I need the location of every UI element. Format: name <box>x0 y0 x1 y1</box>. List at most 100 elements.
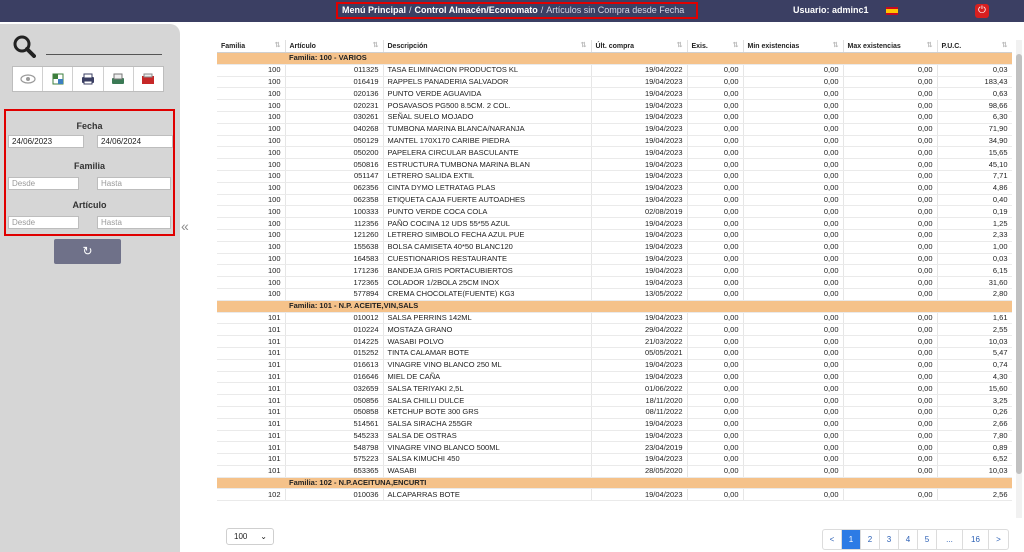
table-row[interactable]: 101 050858 KETCHUP BOTE 300 GRS 08/11/2022 0… <box>217 406 1012 419</box>
table-row[interactable]: 100 100333 PUNTO VERDE COCA COLA 02/08/2019… <box>217 205 1012 219</box>
table-cell: 121260 <box>285 229 384 242</box>
table-row[interactable]: 101 514561 SALSA SIRACHA 255GR 19/04/2023 0,… <box>217 418 1012 431</box>
column-header[interactable]: Min existencias ⇅ <box>743 40 844 53</box>
page-4-button[interactable]: 4 <box>899 530 918 549</box>
table-row[interactable]: 101 545233 SALSA DE OSTRAS 19/04/2023 0,00 0,… <box>217 430 1012 443</box>
table-cell: 10,03 <box>937 335 1012 348</box>
table-cell: 100 <box>217 288 286 301</box>
table-row[interactable]: 101 050856 SALSA CHILLI DULCE 18/11/2020 0,0… <box>217 394 1012 407</box>
sort-icon[interactable]: ⇅ <box>275 41 281 49</box>
prev-page-button[interactable]: < <box>823 530 842 549</box>
table-row[interactable]: 100 121260 LETRERO SIMBOLO FECHA AZUL PUE 1… <box>217 229 1012 242</box>
table-cell: 100 <box>217 194 286 207</box>
table-row[interactable]: 100 020136 PUNTO VERDE AGUAVIDA 19/04/2023 0… <box>217 87 1012 101</box>
date-to-input[interactable]: 24/06/2024 <box>97 135 173 148</box>
column-header[interactable]: Familia ⇅ <box>217 40 286 53</box>
table-cell: 0,00 <box>843 465 938 478</box>
column-header[interactable]: Descripción ⇅ <box>383 40 592 53</box>
column-header[interactable]: Exis. ⇅ <box>687 40 744 53</box>
table-cell <box>217 52 285 65</box>
table-cell: 6,15 <box>937 264 1012 278</box>
table-cell: 0,00 <box>843 205 938 219</box>
view-button[interactable] <box>13 67 44 91</box>
chevron-down-icon: ⌄ <box>260 532 267 541</box>
sort-icon[interactable]: ⇅ <box>833 41 839 49</box>
table-row[interactable]: 100 050129 MANTEL 170X170 CARIBE PIEDRA 19/… <box>217 135 1012 148</box>
table-row[interactable]: 102 010036 ALCAPARRAS BOTE 19/04/2023 0,00 0,… <box>217 488 1012 502</box>
results-table: Familia ⇅ Artículo ⇅ Descripción ⇅ Últ. compra… <box>217 40 1012 518</box>
table-cell: 19/04/2023 <box>591 158 688 171</box>
table-row[interactable]: 101 015252 TINTA CALAMAR BOTE 05/05/2021 0,0… <box>217 347 1012 360</box>
page-2-button[interactable]: 2 <box>861 530 880 549</box>
family-from-input[interactable]: Desde <box>8 177 79 190</box>
table-row[interactable]: 100 030261 SEÑAL SUELO MOJADO 19/04/2023 0,0… <box>217 111 1012 124</box>
table-cell: 0,00 <box>687 135 744 148</box>
article-to-input[interactable]: Hasta <box>97 216 171 229</box>
collapse-sidebar-icon[interactable]: « <box>181 218 189 234</box>
column-header[interactable]: Artículo ⇅ <box>285 40 384 53</box>
table-cell: 101 <box>217 335 286 348</box>
table-row[interactable]: 100 050200 PAPELERA CIRCULAR BASCULANTE 19/… <box>217 146 1012 160</box>
scrollbar-thumb[interactable] <box>1016 54 1022 474</box>
page-1-button[interactable]: 1 <box>842 530 861 549</box>
table-row[interactable]: 100 020231 POSAVASOS PG500 8.5CM. 2 COL. 19… <box>217 99 1012 112</box>
page-size-select[interactable]: 100 ⌄ <box>226 528 274 545</box>
table-cell: 19/04/2023 <box>591 135 688 148</box>
export-button[interactable] <box>104 67 134 91</box>
sort-icon[interactable]: ⇅ <box>733 41 739 49</box>
table-cell: 0,00 <box>743 430 844 443</box>
search-input[interactable] <box>46 54 162 55</box>
table-row[interactable]: 101 014225 WASABI POLVO 21/03/2022 0,00 0,00 0… <box>217 335 1012 348</box>
sort-icon[interactable]: ⇅ <box>927 41 933 49</box>
table-cell: KETCHUP BOTE 300 GRS <box>383 406 592 419</box>
sort-icon[interactable]: ⇅ <box>581 41 587 49</box>
table-row[interactable]: 100 051147 LETRERO SALIDA EXTIL 19/04/2023 0… <box>217 170 1012 183</box>
table-row[interactable]: 100 040268 TUMBONA MARINA BLANCA/NARANJA 19… <box>217 123 1012 136</box>
table-cell: 0,00 <box>687 453 744 466</box>
table-row[interactable]: 100 112356 PAÑO COCINA 12 UDS 55*55 AZUL 19… <box>217 217 1012 230</box>
page-16-button[interactable]: 16 <box>963 530 989 549</box>
vertical-scrollbar[interactable] <box>1016 40 1022 518</box>
table-row[interactable]: 101 548798 VINAGRE VINO BLANCO 500ML 23/04/… <box>217 441 1012 455</box>
family-to-input[interactable]: Hasta <box>97 177 171 190</box>
table-row[interactable]: 101 016646 MIEL DE CAÑA 19/04/2023 0,00 0,00 0… <box>217 371 1012 384</box>
date-from-input[interactable]: 24/06/2023 <box>8 135 84 148</box>
sort-icon[interactable]: ⇅ <box>1002 41 1008 49</box>
table-row[interactable]: 101 010224 MOSTAZA GRANO 29/04/2022 0,00 0,00… <box>217 323 1012 337</box>
table-cell: TASA ELIMINACION PRODUCTOS KL <box>383 64 592 77</box>
search-icon[interactable] <box>12 34 36 58</box>
sort-icon[interactable]: ⇅ <box>677 41 683 49</box>
page-5-button[interactable]: 5 <box>918 530 937 549</box>
table-row[interactable]: 100 172365 COLADOR 1/2BOLA 25CM INOX 19/04/… <box>217 276 1012 289</box>
table-row[interactable]: 100 011325 TASA ELIMINACION PRODUCTOS KL 19… <box>217 64 1012 77</box>
table-row[interactable]: 100 050816 ESTRUCTURA TUMBONA MARINA BLAN 1… <box>217 158 1012 171</box>
column-header[interactable]: Últ. compra ⇅ <box>591 40 688 53</box>
table-row[interactable]: 101 016613 VINAGRE VINO BLANCO 250 ML 19/04… <box>217 359 1012 372</box>
table-cell <box>217 300 285 313</box>
power-icon[interactable]: ⏻ <box>975 4 989 18</box>
table-row[interactable]: 101 653365 WASABI 28/05/2020 0,00 0,00 0,00 10,… <box>217 465 1012 478</box>
article-from-input[interactable]: Desde <box>8 216 79 229</box>
spain-flag-icon[interactable] <box>886 7 898 15</box>
table-row[interactable]: 100 577894 CREMA CHOCOLATE(FUENTE) KG3 13/0… <box>217 288 1012 301</box>
table-row[interactable]: 101 010012 SALSA PERRINS 142ML 19/04/2023 0,… <box>217 312 1012 325</box>
table-row[interactable]: 100 062356 CINTA DYMO LETRATAG PLAS 19/04/2… <box>217 182 1012 195</box>
table-row[interactable]: 100 171236 BANDEJA GRIS PORTACUBIERTOS 19/0… <box>217 264 1012 278</box>
table-row[interactable]: 100 164583 CUESTIONARIOS RESTAURANTE 19/04/… <box>217 253 1012 266</box>
print-button[interactable] <box>73 67 104 91</box>
breadcrumb-warehouse-control[interactable]: Control Almacén/Economato <box>415 5 538 15</box>
table-row[interactable]: 100 016419 RAPPELS PANADERIA SALVADOR 19/04… <box>217 76 1012 89</box>
column-header[interactable]: P.U.C. ⇅ <box>937 40 1012 53</box>
refresh-button[interactable]: ↻ <box>54 239 121 264</box>
excel-button[interactable] <box>43 67 74 91</box>
table-row[interactable]: 101 032659 SALSA TERIYAKI 2,5L 01/06/2022 0,… <box>217 382 1012 396</box>
next-page-button[interactable]: > <box>989 530 1008 549</box>
table-row[interactable]: 100 155638 BOLSA CAMISETA 40*50 BLANC120 19… <box>217 241 1012 254</box>
column-header[interactable]: Max existencias ⇅ <box>843 40 938 53</box>
page-3-button[interactable]: 3 <box>880 530 899 549</box>
pdf-button[interactable] <box>134 67 163 91</box>
breadcrumb-main-menu[interactable]: Menú Principal <box>342 5 406 15</box>
sort-icon[interactable]: ⇅ <box>373 41 379 49</box>
table-row[interactable]: 101 575223 SALSA KIMUCHI 450 19/04/2023 0,00… <box>217 453 1012 466</box>
table-row[interactable]: 100 062358 ETIQUETA CAJA FUERTE AUTOADHES 1… <box>217 194 1012 207</box>
